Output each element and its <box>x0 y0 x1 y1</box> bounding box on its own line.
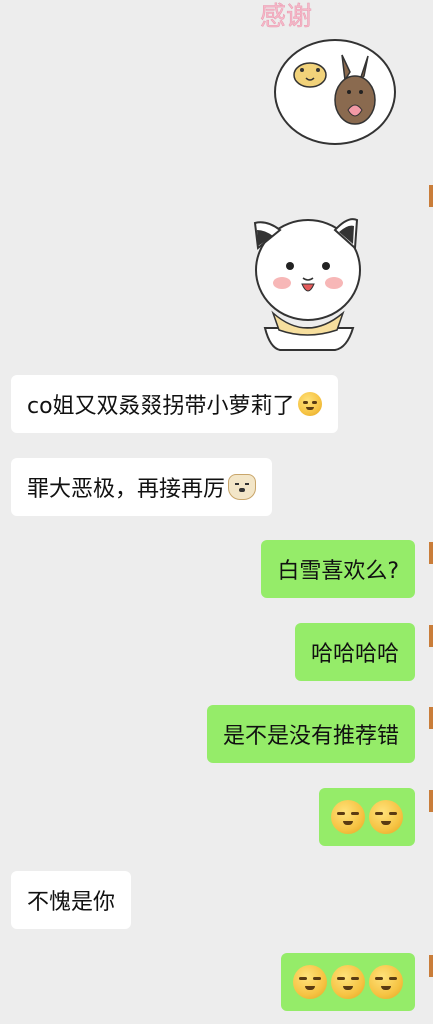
white-cat-scarf-sticker[interactable] <box>245 208 370 353</box>
avatar-edge <box>429 185 433 207</box>
message-incoming[interactable]: 罪大恶极，再接再厉 <box>11 458 273 516</box>
message-text: co姐又双叒叕拐带小萝莉了 <box>27 394 295 419</box>
grimace-emoji-icon <box>331 965 365 999</box>
message-text: 白雪喜欢么? <box>277 559 399 584</box>
sticker-caption: 感谢 <box>260 2 312 32</box>
message-outgoing-emoji[interactable] <box>319 788 415 846</box>
chat-window: 感谢 co姐又双叒叕拐带小萝莉了 罪大恶极，再接再厉 白雪喜欢么? 哈哈哈哈 是… <box>0 0 433 1024</box>
grimace-emoji-icon <box>293 965 327 999</box>
message-outgoing-emoji[interactable] <box>281 953 415 1011</box>
thank-you-duck-rabbit-sticker[interactable]: 感谢 <box>250 0 420 150</box>
message-text: 不愧是你 <box>27 890 116 915</box>
message-outgoing[interactable]: 白雪喜欢么? <box>261 540 415 598</box>
avatar-edge <box>429 625 433 647</box>
message-outgoing[interactable]: 是不是没有推荐错 <box>206 705 415 763</box>
message-text: 是不是没有推荐错 <box>222 724 399 749</box>
message-text: 罪大恶极，再接再厉 <box>27 477 226 502</box>
avatar-edge <box>429 542 433 564</box>
message-outgoing[interactable]: 哈哈哈哈 <box>294 623 415 681</box>
message-text: 哈哈哈哈 <box>310 642 399 667</box>
smirk-emoji-icon <box>331 800 365 834</box>
grimace-emoji-icon <box>369 965 403 999</box>
message-incoming[interactable]: co姐又双叒叕拐带小萝莉了 <box>11 375 338 433</box>
avatar-edge <box>429 707 433 729</box>
dog-emoji-icon <box>228 474 257 500</box>
message-incoming[interactable]: 不愧是你 <box>11 871 132 929</box>
smirk-emoji-icon <box>297 392 322 416</box>
avatar-edge <box>429 790 433 812</box>
avatar-edge <box>429 955 433 977</box>
smirk-emoji-icon <box>369 800 403 834</box>
